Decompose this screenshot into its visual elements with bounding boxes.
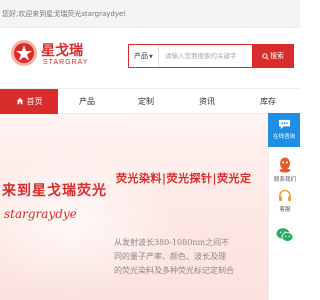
sidebar-panel: 联系我们 客服 bbox=[268, 147, 300, 300]
search-button-label: 搜索 bbox=[270, 52, 284, 60]
nav-item-label: 资讯 bbox=[199, 97, 215, 106]
nav-item-home[interactable]: 首页 bbox=[0, 89, 58, 115]
logo-name-cn: 星戈瑞 bbox=[41, 43, 83, 59]
banner-brand: stargraydye bbox=[4, 207, 77, 221]
chevron-down-icon: ▼ bbox=[149, 54, 153, 60]
logo[interactable]: 星戈瑞 STARGRAY bbox=[10, 36, 100, 72]
logo-name-en: STARGRAY bbox=[43, 59, 89, 66]
banner-headline-welcome: 来到星戈瑞荧光 bbox=[2, 183, 107, 199]
contact-us-button[interactable]: 联系我们 bbox=[269, 157, 301, 183]
customer-service-label: 客服 bbox=[279, 207, 291, 213]
banner-headline-products: 荧光染料|荧光探针|荧光定 bbox=[116, 172, 252, 185]
hero-banner[interactable]: 荧光染料|荧光探针|荧光定 来到星戈瑞荧光 stargraydye 从发射波长3… bbox=[0, 114, 300, 300]
nav-item-news[interactable]: 资讯 bbox=[176, 89, 238, 115]
wechat-button[interactable] bbox=[269, 227, 301, 245]
search-bar: 产品▼ 搜索 bbox=[128, 44, 294, 68]
nav-item-label: 产品 bbox=[79, 97, 95, 106]
welcome-text: 您好,欢迎来到星戈瑞荧光stargraydye! bbox=[2, 10, 127, 18]
top-bar: 您好,欢迎来到星戈瑞荧光stargraydye! bbox=[0, 0, 300, 28]
search-button[interactable]: 搜索 bbox=[252, 44, 294, 68]
wechat-icon bbox=[276, 228, 294, 242]
customer-service-button[interactable]: 客服 bbox=[269, 189, 301, 213]
search-input[interactable] bbox=[160, 45, 252, 67]
home-icon bbox=[16, 97, 23, 105]
online-consult-button[interactable]: 在线咨询 bbox=[268, 113, 300, 147]
online-consult-label: 在线咨询 bbox=[272, 134, 295, 140]
nav-item-stock[interactable]: 库存 bbox=[238, 89, 298, 115]
floating-sidebar: 在线咨询 联系我们 客服 bbox=[268, 113, 300, 300]
qq-icon bbox=[279, 157, 291, 173]
main-nav: 首页 产品 定制 资讯 库存 bbox=[0, 88, 300, 115]
search-icon bbox=[262, 52, 269, 60]
headset-icon bbox=[279, 189, 291, 201]
nav-item-custom[interactable]: 定制 bbox=[116, 89, 176, 115]
search-category-label: 产品 bbox=[134, 52, 148, 60]
nav-item-label: 定制 bbox=[138, 97, 154, 106]
search-category-select[interactable]: 产品▼ bbox=[129, 45, 159, 67]
nav-item-products[interactable]: 产品 bbox=[58, 89, 116, 115]
nav-item-label: 库存 bbox=[260, 97, 276, 106]
chat-icon bbox=[278, 119, 290, 130]
logo-mark-icon bbox=[11, 40, 37, 66]
contact-us-label: 联系我们 bbox=[273, 177, 296, 183]
nav-item-label: 首页 bbox=[26, 97, 43, 106]
